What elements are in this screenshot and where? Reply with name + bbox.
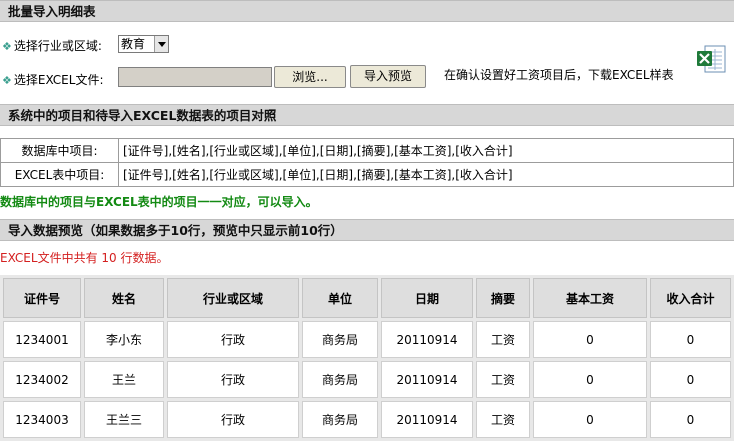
table-cell: 李小东 xyxy=(84,321,164,358)
table-cell: 0 xyxy=(533,401,647,438)
table-cell: 1234003 xyxy=(3,401,81,438)
column-header: 收入合计 xyxy=(650,278,731,318)
chevron-down-icon[interactable] xyxy=(154,36,168,52)
table-cell: 0 xyxy=(650,361,731,398)
row-count-prefix: EXCEL文件中共有 xyxy=(0,251,98,265)
mapping-table: 数据库中项目: [证件号],[姓名],[行业或区域],[单位],[日期],[摘要… xyxy=(0,138,734,187)
table-cell: 工资 xyxy=(476,321,530,358)
table-row: 1234001 李小东 行政 商务局 20110914 工资 0 0 xyxy=(3,321,731,358)
table-cell: 20110914 xyxy=(381,321,473,358)
row-count-suffix: 行数据。 xyxy=(120,251,169,265)
table-cell: 王兰三 xyxy=(84,401,164,438)
table-cell: 0 xyxy=(650,401,731,438)
table-cell: 商务局 xyxy=(302,401,378,438)
table-cell: 行政 xyxy=(167,321,299,358)
mapping-value: [证件号],[姓名],[行业或区域],[单位],[日期],[摘要],[基本工资]… xyxy=(118,138,734,163)
table-cell: 20110914 xyxy=(381,401,473,438)
preview-table: 证件号 姓名 行业或区域 单位 日期 摘要 基本工资 收入合计 1234001 … xyxy=(0,275,734,441)
column-header: 基本工资 xyxy=(533,278,647,318)
table-cell: 行政 xyxy=(167,401,299,438)
column-header: 日期 xyxy=(381,278,473,318)
column-header: 证件号 xyxy=(3,278,81,318)
table-cell: 行政 xyxy=(167,361,299,398)
diamond-bullet-icon: ❖ xyxy=(2,74,12,87)
browse-button[interactable]: 浏览... xyxy=(274,66,346,88)
industry-select-value: 教育 xyxy=(121,37,146,51)
industry-label: 选择行业或区域: xyxy=(13,39,102,53)
mapping-section-title: 系统中的项目和待导入EXCEL数据表的项目对照 xyxy=(0,104,734,126)
mapping-row-excel: EXCEL表中项目: [证件号],[姓名],[行业或区域],[单位],[日期],… xyxy=(0,162,734,187)
page-title: 批量导入明细表 xyxy=(0,0,734,22)
table-cell: 0 xyxy=(533,321,647,358)
table-cell: 0 xyxy=(533,361,647,398)
table-cell: 工资 xyxy=(476,361,530,398)
row-count-value: 10 xyxy=(101,251,117,265)
table-cell: 商务局 xyxy=(302,361,378,398)
table-cell: 商务局 xyxy=(302,321,378,358)
column-header: 行业或区域 xyxy=(167,278,299,318)
file-path-input[interactable] xyxy=(118,67,272,87)
preview-section-title: 导入数据预览（如果数据多于10行，预览中只显示前10行） xyxy=(0,219,734,241)
mapping-label: 数据库中项目: xyxy=(0,138,119,163)
column-header: 单位 xyxy=(302,278,378,318)
table-cell: 0 xyxy=(650,321,731,358)
table-cell: 1234002 xyxy=(3,361,81,398)
industry-select[interactable]: 教育 xyxy=(118,35,169,53)
diamond-bullet-icon: ❖ xyxy=(2,40,12,53)
excel-file-icon[interactable] xyxy=(696,44,728,74)
table-row: 1234003 王兰三 行政 商务局 20110914 工资 0 0 xyxy=(3,401,731,438)
table-header-row: 证件号 姓名 行业或区域 单位 日期 摘要 基本工资 收入合计 xyxy=(3,278,731,318)
mapping-label: EXCEL表中项目: xyxy=(0,162,119,187)
table-cell: 1234001 xyxy=(3,321,81,358)
import-preview-button[interactable]: 导入预览 xyxy=(350,65,426,88)
industry-row: ❖ 选择行业或区域: xyxy=(2,37,102,54)
table-cell: 20110914 xyxy=(381,361,473,398)
table-cell: 工资 xyxy=(476,401,530,438)
mapping-value: [证件号],[姓名],[行业或区域],[单位],[日期],[摘要],[基本工资]… xyxy=(118,162,734,187)
file-row: ❖ 选择EXCEL文件: xyxy=(2,71,104,88)
file-label: 选择EXCEL文件: xyxy=(13,73,104,87)
download-hint: 在确认设置好工资项目后，下载EXCEL样表 xyxy=(444,68,674,82)
column-header: 姓名 xyxy=(84,278,164,318)
table-row: 1234002 王兰 行政 商务局 20110914 工资 0 0 xyxy=(3,361,731,398)
mapping-status-note: 数据库中的项目与EXCEL表中的项目一一对应，可以导入。 xyxy=(0,195,318,209)
mapping-row-database: 数据库中项目: [证件号],[姓名],[行业或区域],[单位],[日期],[摘要… xyxy=(0,138,734,163)
row-count-note: EXCEL文件中共有 10 行数据。 xyxy=(0,249,169,266)
column-header: 摘要 xyxy=(476,278,530,318)
table-cell: 王兰 xyxy=(84,361,164,398)
